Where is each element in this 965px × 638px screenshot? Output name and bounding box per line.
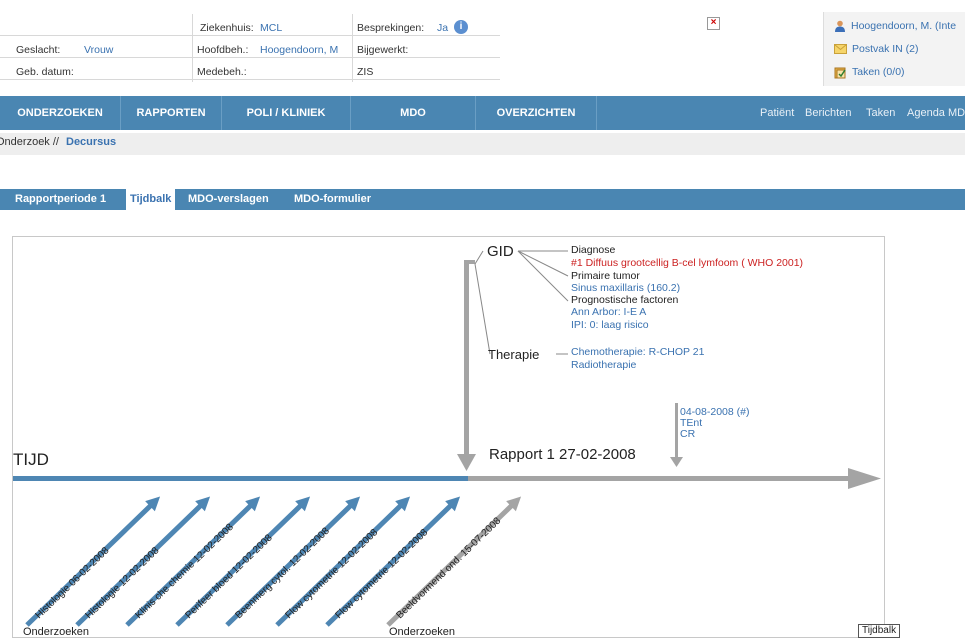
primaire-header: Primaire tumor [571, 270, 640, 282]
tab-mdo-verslagen[interactable]: MDO-verslagen [188, 189, 269, 210]
therapie-value[interactable]: Radiotherapie [571, 359, 637, 371]
ziekenhuis-value[interactable]: MCL [260, 22, 282, 34]
event-line[interactable]: CR [680, 428, 696, 440]
nav-poli-kliniek[interactable]: POLI / KLINIEK [222, 96, 350, 130]
user-link[interactable]: Hoogendoorn, M. (Inte [834, 16, 956, 36]
event-arrowhead [670, 457, 683, 467]
report-arrowhead [457, 454, 476, 471]
axis-label: TIJD [13, 450, 49, 469]
nav-link-berichten[interactable]: Berichten [805, 96, 851, 130]
exam-label[interactable]: Beeldvormend ond. 15-07-2008 [394, 515, 503, 621]
hoofdbeh-label: Hoofdbeh.: [197, 44, 249, 56]
report-arrow-top [464, 260, 475, 264]
postvak-label: Postvak IN (2) [852, 43, 919, 55]
nav-link-taken[interactable]: Taken [866, 96, 895, 130]
main-nav: ONDERZOEKEN RAPPORTEN POLI / KLINIEK MDO… [0, 96, 965, 130]
primaire-value[interactable]: Sinus maxillaris (160.2) [571, 282, 680, 294]
exam-arrows: Histologie 06-02-2008Histologie 12-02-20… [25, 496, 522, 627]
geslacht-label: Geslacht: [16, 44, 61, 56]
exam-label[interactable]: Klinis che chemie 12-02-2008 [133, 521, 236, 621]
close-icon[interactable]: × [707, 17, 720, 30]
prognostische-value[interactable]: Ann Arbor: I-E A [571, 306, 646, 318]
gid-prognose-line [517, 250, 569, 302]
tab-tijdbalk[interactable]: Tijdbalk [126, 189, 176, 210]
timeline-arrowhead [848, 468, 881, 489]
diagnose-value[interactable]: #1 Diffuus grootcellig B-cel lymfoom ( W… [571, 257, 803, 269]
taken-label: Taken (0/0) [852, 66, 905, 78]
header-divider [192, 14, 193, 82]
taken-link[interactable]: Taken (0/0) [834, 62, 905, 82]
prognostische-value[interactable]: IPI: 0: laag risico [571, 319, 649, 331]
nav-mdo[interactable]: MDO [351, 96, 475, 130]
tasks-icon [834, 66, 847, 79]
gid-label: GID [487, 243, 514, 260]
nav-overzichten[interactable]: OVERZICHTEN [476, 96, 596, 130]
besprekingen-label: Besprekingen: [357, 22, 425, 34]
breadcrumb-current: Decursus [66, 136, 117, 148]
onderzoeken-label[interactable]: Onderzoeken [23, 626, 89, 637]
bijgewerkt-label: Bijgewerkt: [357, 44, 409, 56]
nav-divider [596, 96, 597, 130]
besprekingen-value[interactable]: Ja [437, 22, 448, 34]
therapie-connector [474, 263, 491, 355]
prognostische-header: Prognostische factoren [571, 294, 679, 306]
header-divider [352, 14, 353, 82]
diagnose-header: Diagnose [571, 244, 616, 256]
geslacht-value: Vrouw [84, 44, 114, 56]
user-panel: Hoogendoorn, M. (Inte Postvak IN (2) Tak… [823, 12, 965, 86]
zis-label: ZIS [357, 66, 374, 78]
report-arrow [464, 260, 469, 466]
nav-link-patient[interactable]: Patiënt [760, 96, 794, 130]
user-name: Hoogendoorn, M. (Inte [851, 20, 957, 32]
geb-datum-label: Geb. datum: [16, 66, 74, 78]
exam-label[interactable]: Flow cytometrie 12-02-2008 [283, 527, 380, 621]
report-label[interactable]: Rapport 1 27-02-2008 [489, 446, 636, 463]
timeline-axis-grey [468, 476, 848, 481]
exam-label[interactable]: Perifeer bloed 12-02-2008 [183, 532, 275, 621]
timeline-axis-blue [13, 476, 468, 481]
nav-onderzoeken[interactable]: ONDERZOEKEN [0, 96, 120, 130]
info-icon[interactable]: i [454, 20, 468, 34]
header-row-3 [0, 58, 500, 80]
nav-link-agenda[interactable]: Agenda MD [907, 96, 965, 130]
medebeh-label: Medebeh.: [197, 66, 247, 78]
gid-connector [474, 250, 484, 265]
gid-primaire-line [517, 250, 569, 277]
timeline-panel: GID Therapie Diagnose #1 Diffuus grootce… [12, 236, 885, 638]
onderzoeken-label[interactable]: Onderzoeken [389, 626, 455, 637]
therapie-value[interactable]: Chemotherapie: R-CHOP 21 [571, 346, 705, 358]
postvak-link[interactable]: Postvak IN (2) [834, 39, 919, 59]
ziekenhuis-label: Ziekenhuis: [200, 22, 254, 34]
user-icon [834, 20, 846, 32]
tab-bar: Rapportperiode 1 Tijdbalk MDO-verslagen … [0, 189, 965, 210]
tooltip: Tijdbalk [858, 624, 901, 638]
breadcrumb-prefix[interactable]: Onderzoek // [0, 136, 59, 148]
envelope-icon [834, 44, 847, 54]
header-row-2 [0, 36, 500, 58]
event-arrow [675, 403, 678, 461]
therapie-label: Therapie [488, 347, 539, 362]
hoofdbeh-value[interactable]: Hoogendoorn, M [260, 44, 338, 56]
timeline-canvas: GID Therapie Diagnose #1 Diffuus grootce… [13, 243, 881, 637]
nav-rapporten[interactable]: RAPPORTEN [121, 96, 221, 130]
tab-mdo-formulier[interactable]: MDO-formulier [294, 189, 371, 210]
breadcrumb: Onderzoek // Decursus [0, 133, 965, 155]
tab-rapportperiode[interactable]: Rapportperiode 1 [15, 189, 106, 210]
exam-label[interactable]: Beenmerg cytol. 12-02-2008 [233, 525, 332, 621]
